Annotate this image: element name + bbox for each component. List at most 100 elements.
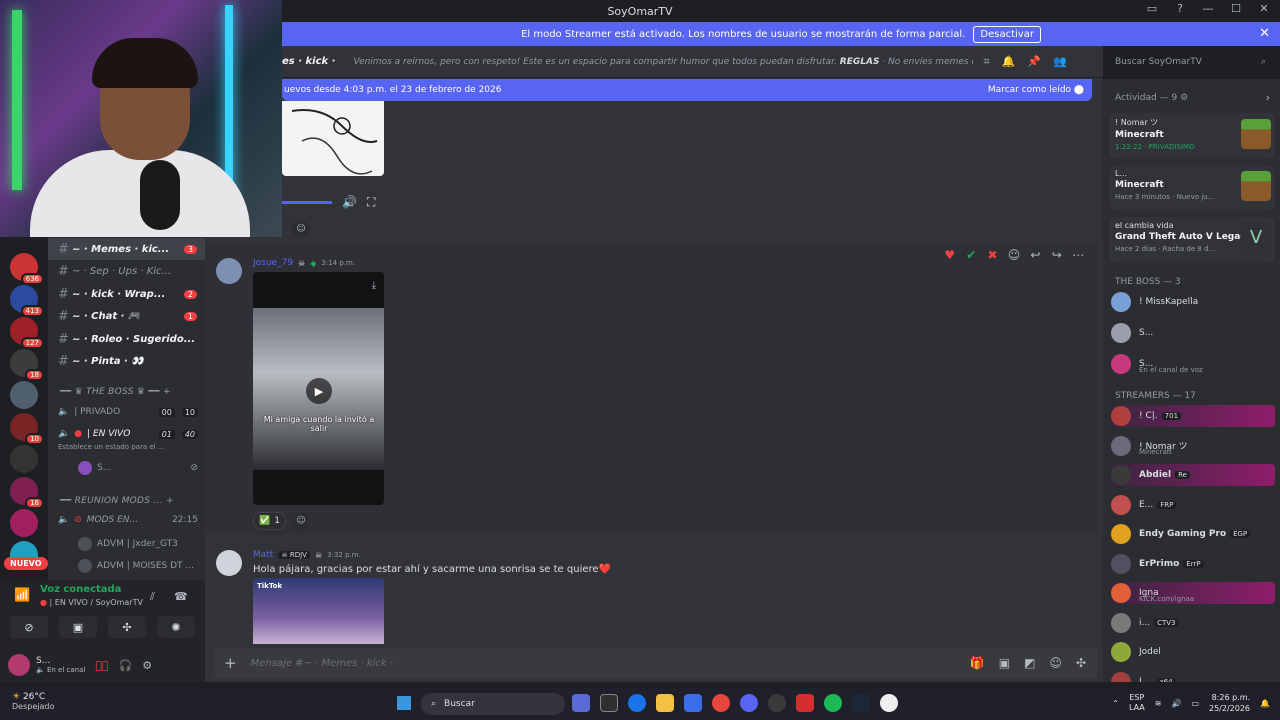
threads-icon[interactable]: ⌗ — [983, 55, 989, 69]
notifications-icon[interactable]: 🔔 — [1260, 699, 1270, 708]
chevron-right-icon[interactable]: › — [1266, 91, 1270, 104]
message-composer[interactable]: + Mensaje #~ · Memes · kick · 🎁 ▣ ◩ ☺ ✣ — [214, 648, 1098, 678]
previous-attachment-image[interactable] — [282, 101, 384, 176]
avatar[interactable] — [216, 550, 242, 576]
reply-icon[interactable]: ↩ — [1028, 248, 1043, 262]
store-icon[interactable] — [684, 694, 702, 712]
channel-topic[interactable]: Venimos a reírnos, pero con respeto! Est… — [353, 57, 973, 67]
edge-icon[interactable] — [628, 694, 646, 712]
battery-icon[interactable]: ▭ — [1191, 699, 1199, 708]
more-icon[interactable]: ⋯ — [1071, 248, 1086, 262]
clock[interactable]: 8:26 p.m. 25/2/2026 — [1209, 692, 1250, 714]
server-icon[interactable]: 127 — [10, 317, 44, 349]
windows-start-icon[interactable] — [397, 696, 411, 710]
adobe-icon[interactable] — [796, 694, 814, 712]
help-icon[interactable]: ? — [1172, 2, 1188, 15]
headphones-icon[interactable]: 🎧 — [119, 659, 133, 672]
member-item[interactable]: Jodel — [1111, 641, 1275, 663]
message-author[interactable]: Josue_79 — [253, 258, 293, 268]
apps-icon[interactable]: ✣ — [1076, 656, 1086, 670]
channel-item[interactable]: # ~ · kick · Wrap... 2 — [48, 283, 205, 305]
taskbar-search[interactable]: ⌕ Buscar — [421, 693, 565, 715]
channel-item[interactable]: # ~ · Chat · 🎮 1 — [48, 306, 205, 328]
add-reaction-icon[interactable]: ☺ — [292, 221, 310, 237]
spotify-icon[interactable] — [824, 694, 842, 712]
avatar[interactable] — [216, 258, 242, 284]
add-reaction-icon[interactable]: ☺ — [1006, 248, 1021, 262]
emoji-icon[interactable]: ☺ — [1049, 656, 1062, 670]
folder-icon[interactable] — [656, 694, 674, 712]
settings-gear-icon[interactable]: ⚙ — [142, 659, 152, 672]
activities-button[interactable]: ✣ — [108, 616, 146, 638]
member-list-icon[interactable]: 👥 — [1053, 55, 1067, 69]
disable-streamer-button[interactable]: Desactivar — [973, 25, 1041, 43]
camera-off-button[interactable]: ⊘ — [10, 616, 48, 638]
minimize-button[interactable]: — — [1200, 2, 1216, 15]
activity-card[interactable]: el cambia vida Grand Theft Auto V Legacy H… — [1109, 217, 1275, 263]
pin-icon[interactable]: 📌 — [1027, 55, 1041, 69]
new-messages-bar[interactable]: uevos desde 4:03 p.m. el 23 de febrero d… — [282, 79, 1092, 101]
forward-icon[interactable]: ↪ — [1049, 248, 1064, 262]
channel-item[interactable]: # ~ · Memes · kic... 3 — [48, 238, 205, 260]
cross-reaction-icon[interactable]: ✖ — [985, 248, 1000, 262]
channel-item[interactable]: # ~ · Sep · Ups · Kic... — [48, 261, 205, 283]
server-icon[interactable] — [10, 381, 38, 409]
message-author[interactable]: Matt — [253, 550, 273, 560]
video-attachment[interactable]: ⤓ ▶ Mi amiga cuando la invitó a salir — [253, 272, 384, 505]
member-item[interactable]: ! C|. 701 — [1111, 405, 1275, 427]
screen-share-button[interactable]: ▣ — [59, 616, 97, 638]
channel-item[interactable]: # ~ · Pinta · 👀 — [48, 351, 205, 373]
server-icon[interactable]: 10 — [10, 413, 44, 445]
heart-reaction-icon[interactable]: ♥ — [942, 248, 957, 262]
chatgpt-icon[interactable] — [880, 694, 898, 712]
voice-status[interactable]: Establece un estado para el ... — [58, 443, 198, 451]
sticker-icon[interactable]: ◩ — [1024, 656, 1035, 670]
obs-icon[interactable] — [768, 694, 786, 712]
volume-icon[interactable]: 🔊 — [1171, 699, 1181, 708]
soundboard-button[interactable]: ✺ — [157, 616, 195, 638]
member-item[interactable]: S... — [1111, 322, 1275, 344]
voice-user[interactable]: ADVM | Jxder_GT3 — [78, 537, 198, 551]
chevron-up-icon[interactable]: ⌃ — [1112, 699, 1119, 708]
member-item[interactable]: E... FRP — [1111, 494, 1275, 516]
tiktok-video-attachment[interactable]: TikTok — [253, 578, 384, 644]
discord-icon[interactable] — [740, 694, 758, 712]
member-item[interactable]: L... x64 — [1111, 671, 1275, 682]
voice-user[interactable]: ADVM | MOISES DT ... — [78, 559, 198, 573]
search-input[interactable]: Buscar SoyOmarTV ⌕ — [1107, 51, 1274, 73]
server-icon[interactable]: 636 — [10, 253, 44, 285]
check-reaction-icon[interactable]: ✔ — [963, 248, 978, 262]
server-icon[interactable] — [10, 509, 38, 537]
voice-channel-name[interactable]: ● | EN VIVO / SoyOmarTV — [40, 598, 143, 607]
chrome-icon[interactable] — [712, 694, 730, 712]
fullscreen-icon[interactable]: ⛶ — [367, 195, 375, 210]
inbox-icon[interactable]: ▭ — [1144, 2, 1160, 15]
download-icon[interactable]: ⤓ — [372, 280, 376, 291]
wifi-icon[interactable]: ≋ — [1155, 699, 1162, 708]
gif-icon[interactable]: ▣ — [999, 656, 1010, 670]
play-icon[interactable]: ▶ — [306, 378, 332, 404]
add-reaction-icon[interactable]: ☺ — [292, 513, 310, 529]
notification-bell-icon[interactable]: 🔔 — [1002, 55, 1016, 69]
member-item[interactable]: ! Nomar ツ Minecraft — [1111, 435, 1275, 457]
member-item[interactable]: S... En el canal de voz — [1111, 353, 1275, 375]
category-reunion-mods[interactable]: ━━ REUNION MODS ... + — [60, 496, 174, 506]
member-item[interactable]: Endy Gaming Pro EGP — [1111, 523, 1275, 545]
noise-icon[interactable]: ⫽ — [150, 590, 155, 604]
server-icon[interactable]: 413 — [10, 285, 44, 317]
channel-item[interactable]: # ~ · Roleo · Sugerido... — [48, 328, 205, 350]
member-item[interactable]: Abdiel Re — [1111, 464, 1275, 486]
add-attachment-icon[interactable]: + — [224, 654, 237, 672]
voice-channel-privado[interactable]: 🔈 | PRIVADO 00 10 — [58, 407, 198, 417]
mark-as-read-button[interactable]: Marcar como leído ⬤ — [988, 85, 1084, 95]
gift-icon[interactable]: 🎁 — [970, 656, 985, 670]
volume-icon[interactable]: 🔊 — [342, 195, 357, 209]
member-item[interactable]: ! MissKapella — [1111, 291, 1275, 313]
voice-channel-mods[interactable]: 🔈 ⊘ MODS EN... 22:15 — [58, 515, 198, 525]
signal-icon[interactable]: 📶 — [14, 588, 30, 603]
weather-widget[interactable]: ☀ 26°C Despejado — [12, 692, 54, 711]
member-item[interactable]: i... CTV3 — [1111, 612, 1275, 634]
voice-user[interactable]: S... ⊘ — [78, 461, 198, 475]
server-icon[interactable] — [10, 445, 38, 473]
server-icon[interactable]: 16 — [10, 477, 44, 509]
